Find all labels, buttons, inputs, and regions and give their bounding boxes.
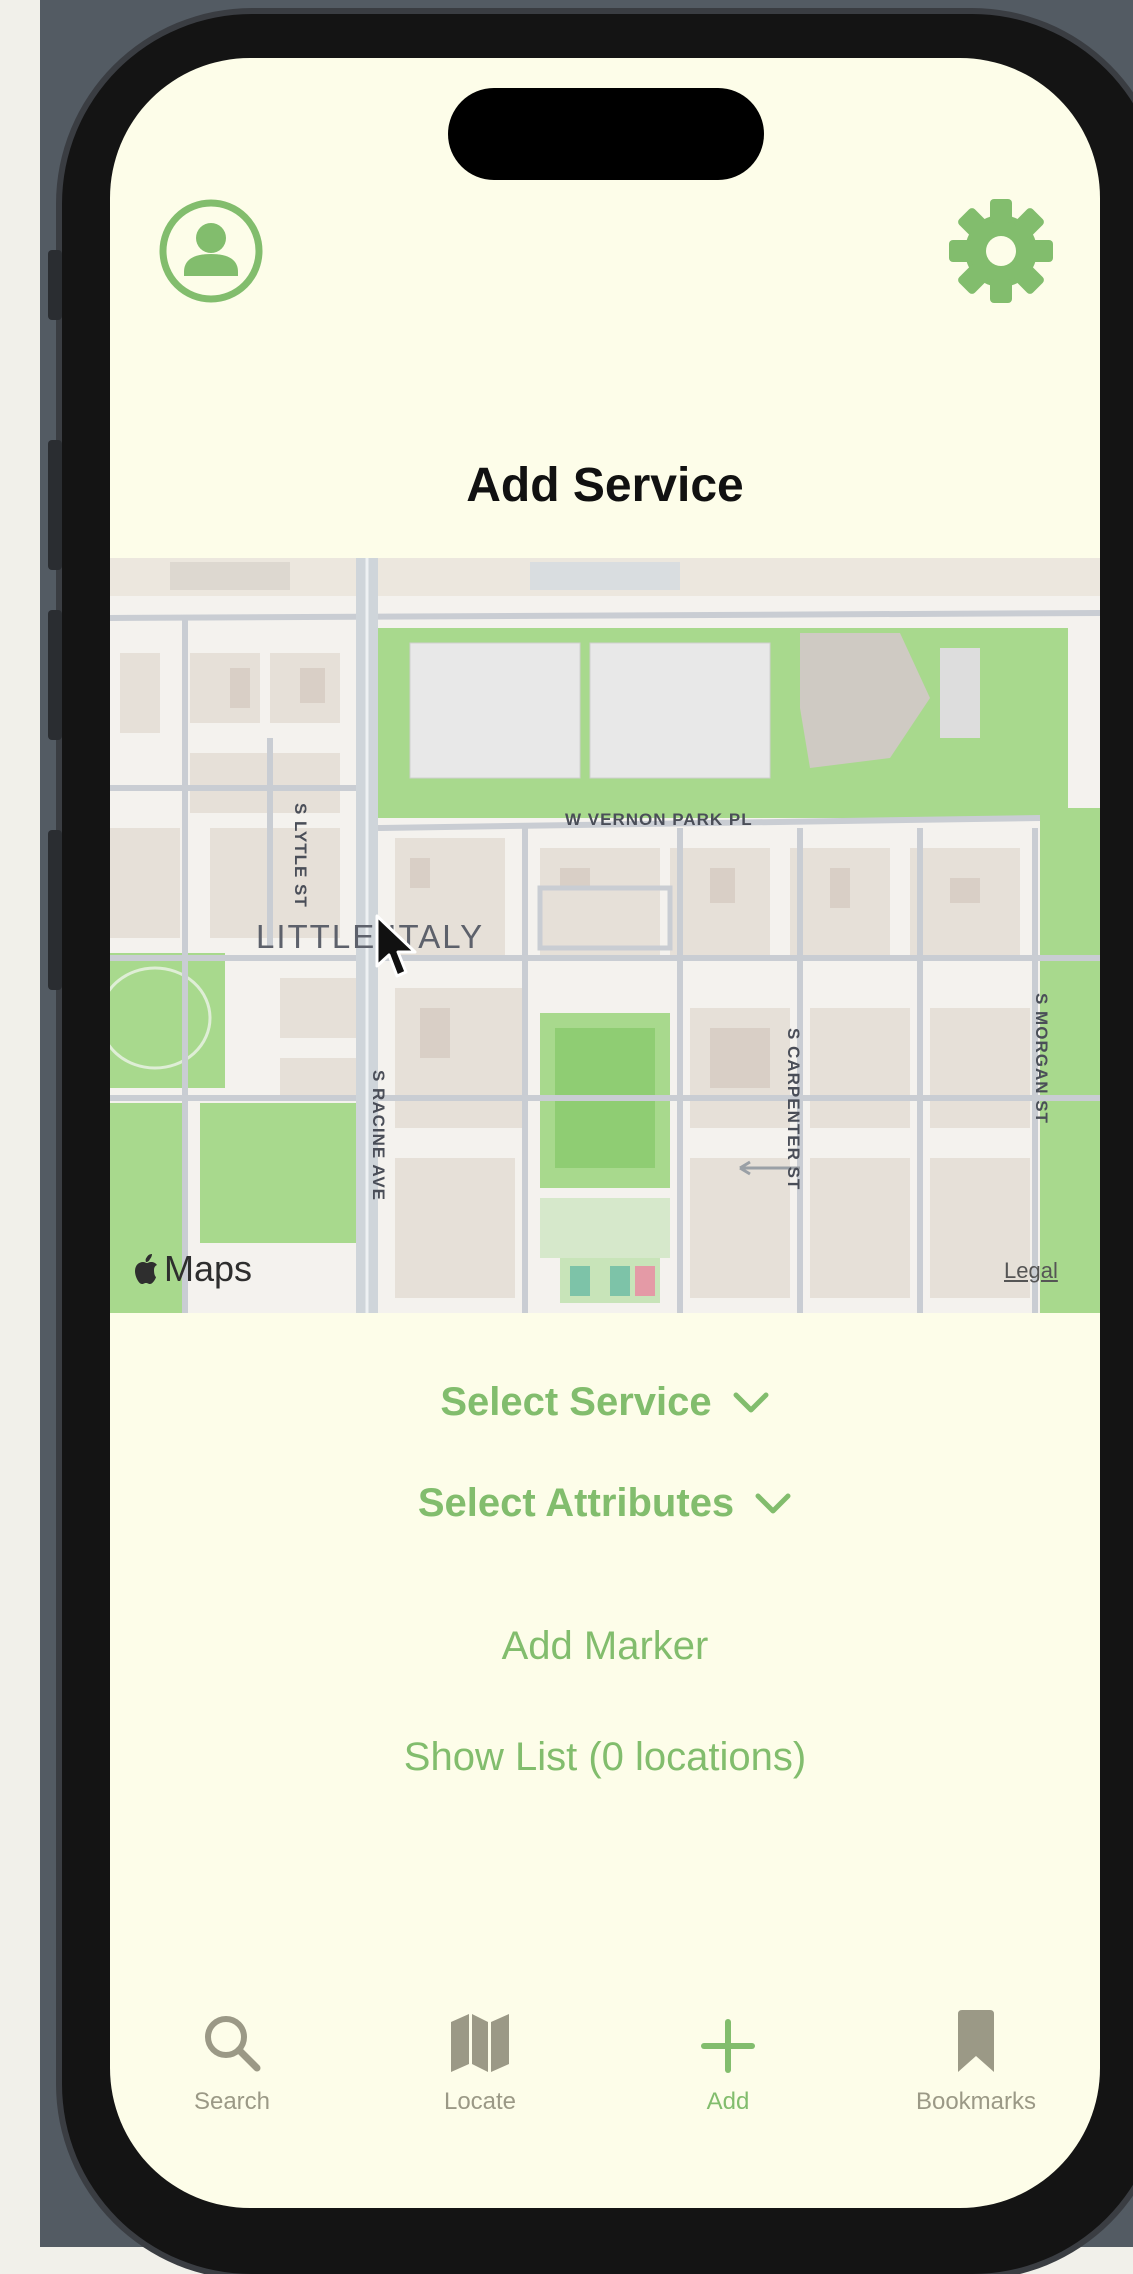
- tab-label: Locate: [443, 2088, 517, 2115]
- volume-down-button: [48, 610, 62, 740]
- street-label: W VERNON PARK PL: [565, 810, 753, 829]
- street-label: S RACINE AVE: [369, 1070, 388, 1202]
- map-icon: [451, 2014, 509, 2072]
- street-label: S MORGAN ST: [1032, 993, 1051, 1124]
- tab-search[interactable]: Search: [132, 2008, 332, 2116]
- select-service-dropdown[interactable]: Select Service: [110, 1380, 1100, 1425]
- magnifier-icon: [205, 2016, 261, 2072]
- bookmark-icon: [958, 2010, 994, 2072]
- tab-add[interactable]: Add: [628, 2008, 828, 2116]
- district-label: LITTLE ITALY: [256, 918, 485, 955]
- tab-bookmarks[interactable]: Bookmarks: [876, 2008, 1076, 2116]
- legal-link[interactable]: Legal: [1004, 1258, 1058, 1284]
- tab-locate[interactable]: Locate: [380, 2008, 580, 2116]
- mouse-cursor-icon: [375, 914, 417, 978]
- maps-brand-text: Maps: [164, 1248, 253, 1289]
- chevron-down-icon: [755, 1493, 791, 1513]
- volume-up-button: [48, 440, 62, 570]
- gear-icon[interactable]: [946, 196, 1056, 306]
- street-label: S CARPENTER ST: [784, 1028, 803, 1191]
- tab-label: Search: [193, 2088, 271, 2115]
- plus-icon: [701, 2019, 755, 2073]
- app-screen: Add Service W VERNON PARK PL S LYTLE ST …: [110, 58, 1100, 2208]
- add-marker-button[interactable]: Add Marker: [110, 1624, 1100, 1669]
- select-attributes-dropdown[interactable]: Select Attributes: [110, 1481, 1100, 1526]
- backdrop: [0, 0, 40, 2247]
- apple-logo-icon: [135, 1254, 157, 1284]
- select-service-label: Select Service: [440, 1380, 712, 1424]
- power-button: [48, 830, 62, 990]
- tab-label: Add: [706, 2088, 750, 2115]
- person-circle-icon[interactable]: [158, 198, 264, 304]
- page-title: Add Service: [466, 459, 744, 512]
- chevron-down-icon: [733, 1392, 769, 1412]
- apple-maps-logo: Maps: [134, 1248, 252, 1290]
- tab-label: Bookmarks: [915, 2088, 1037, 2115]
- mute-switch: [48, 250, 62, 320]
- tab-bar: Search Locate Add Bookmarks: [110, 2008, 1100, 2128]
- street-label: S LYTLE ST: [291, 803, 310, 908]
- select-attributes-label: Select Attributes: [417, 1481, 735, 1525]
- dynamic-island: [448, 88, 764, 180]
- show-list-button[interactable]: Show List (0 locations): [110, 1735, 1100, 1780]
